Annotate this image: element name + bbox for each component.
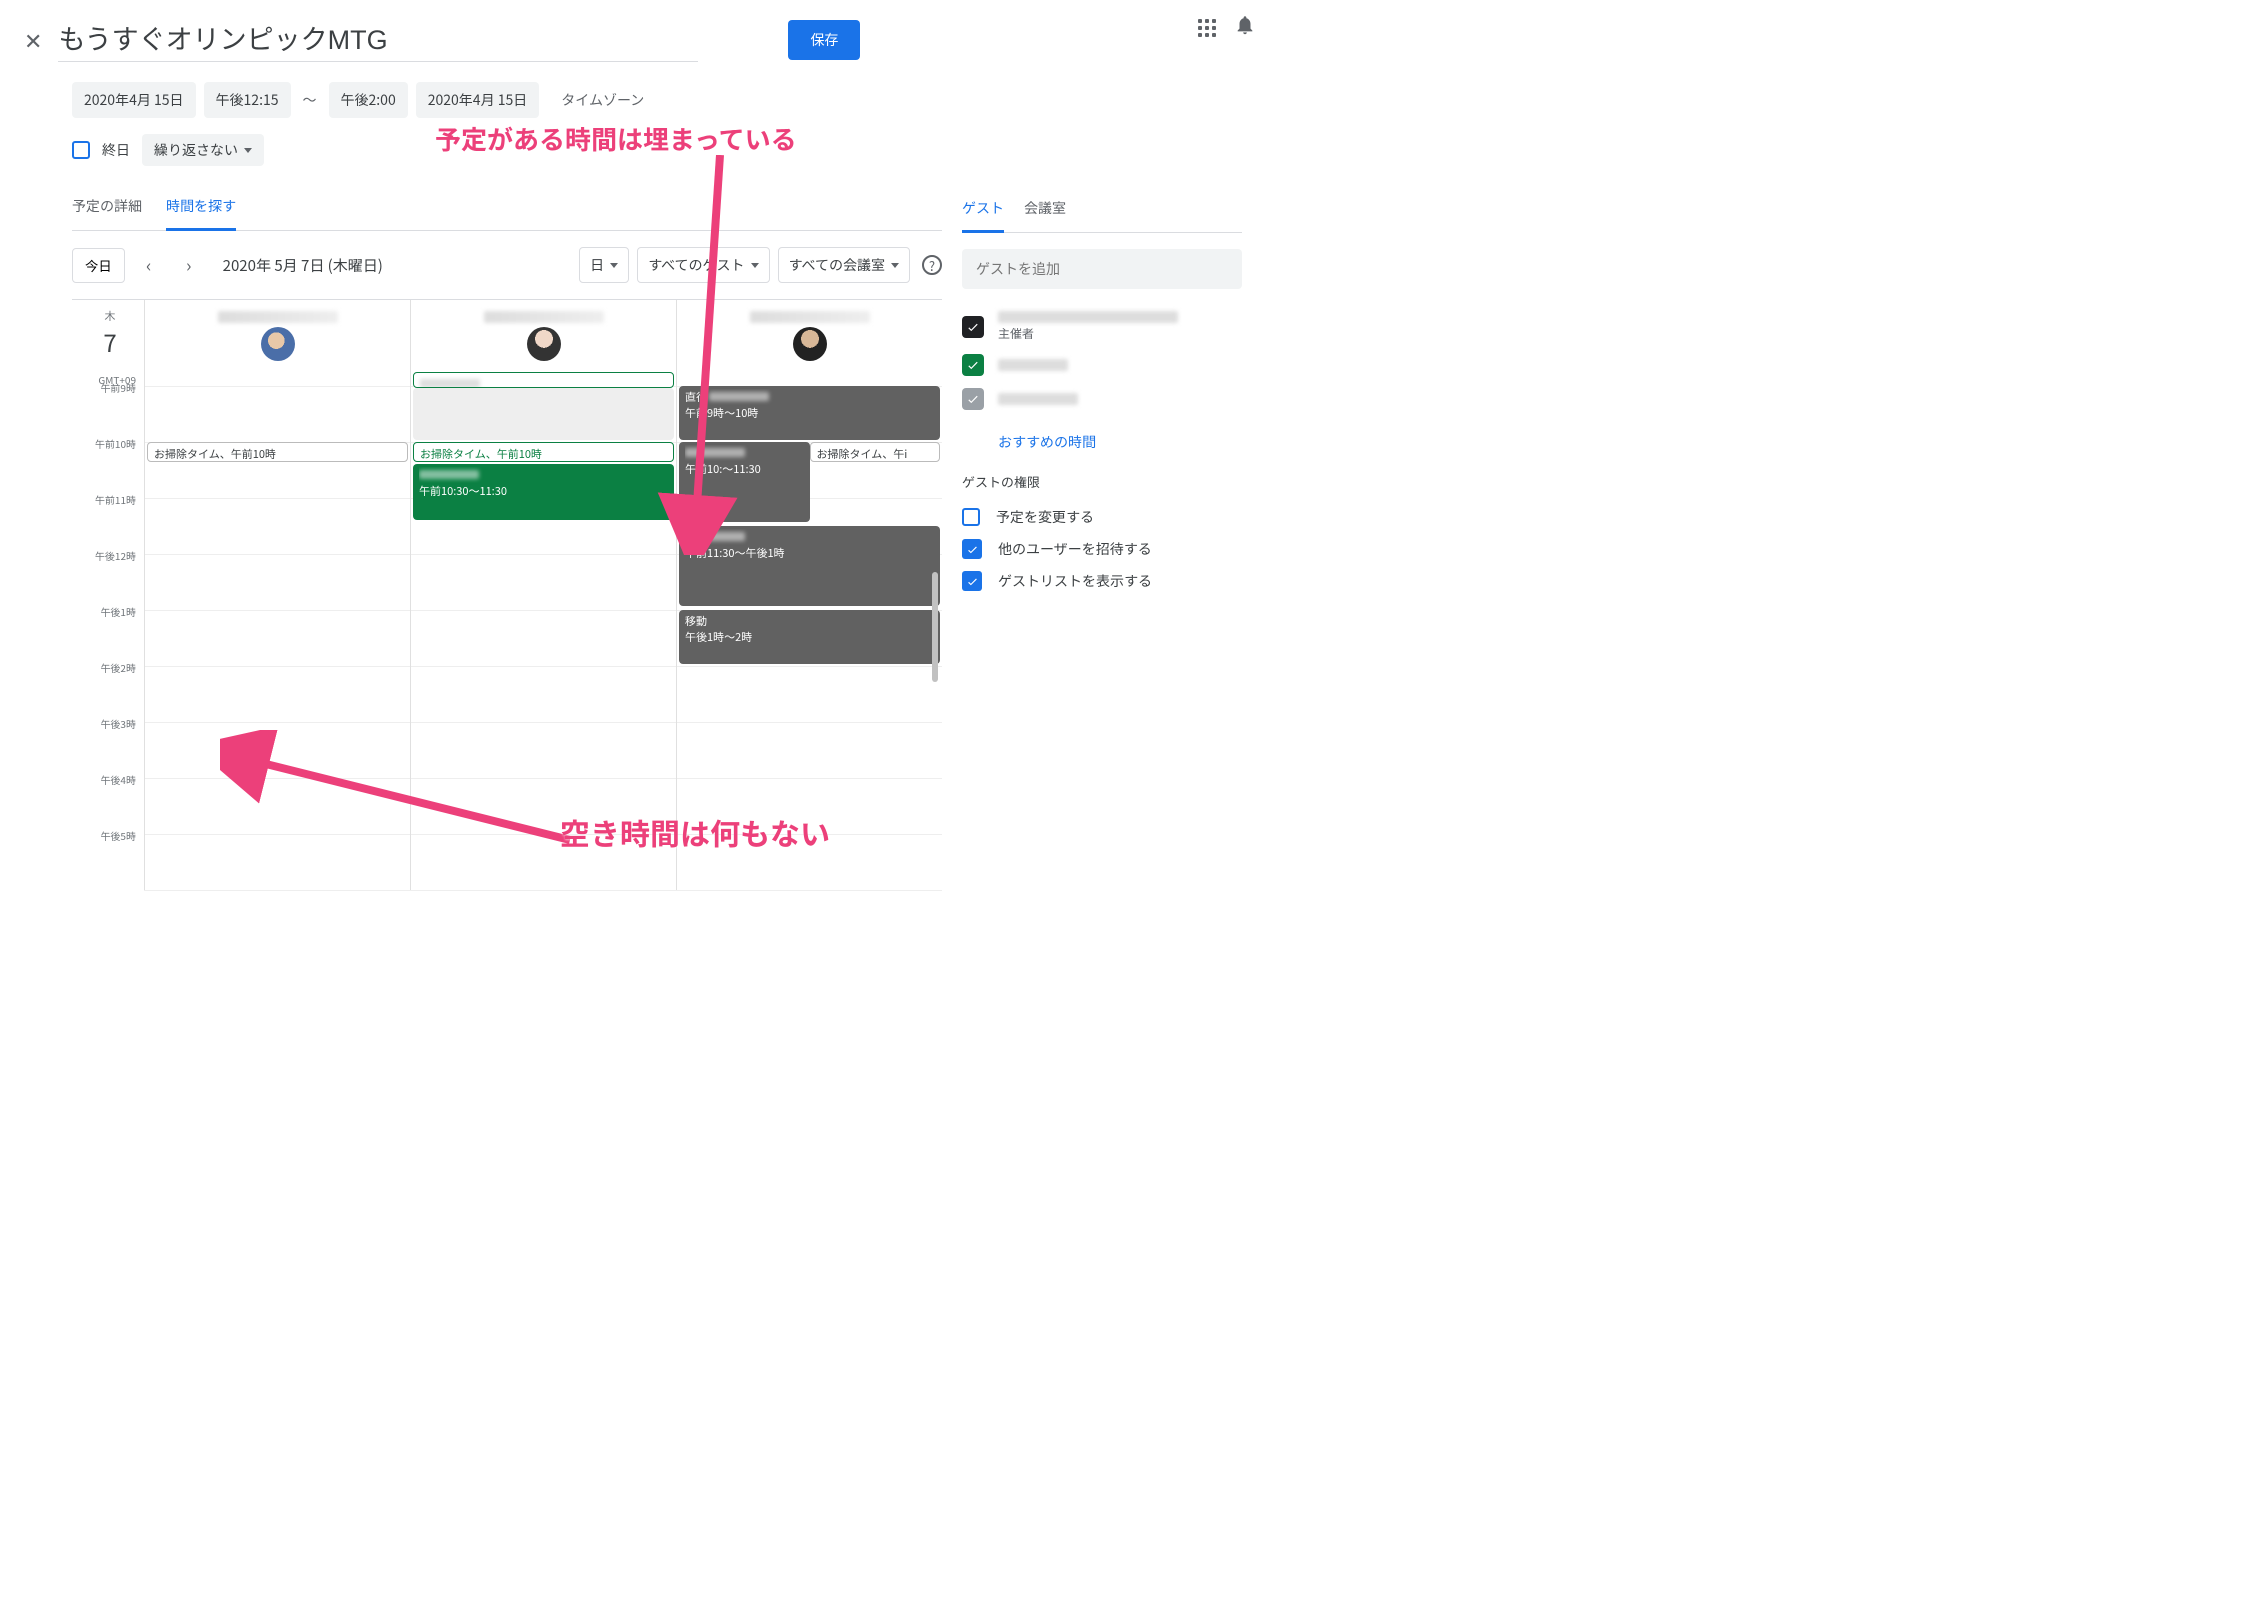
calendar-event[interactable] — [413, 372, 674, 388]
checkbox-checked[interactable] — [962, 571, 982, 591]
guest-checkbox[interactable] — [962, 354, 984, 376]
allday-checkbox[interactable] — [72, 141, 90, 159]
repeat-label: 繰り返さない — [154, 140, 238, 160]
apps-grid-icon[interactable] — [1198, 19, 1216, 37]
avatar — [793, 327, 827, 361]
perm-invite-row[interactable]: 他のユーザーを招待する — [962, 533, 1242, 565]
save-button[interactable]: 保存 — [788, 20, 860, 60]
chevron-down-icon — [244, 148, 252, 153]
calendar-column-3[interactable]: 直行 午前9時〜10時 お掃除タイム、午i 午前10:〜11:30 午 — [676, 372, 942, 890]
checkbox-checked[interactable] — [962, 539, 982, 559]
chevron-down-icon — [751, 263, 759, 268]
guest-checkbox[interactable] — [962, 316, 984, 338]
timezone-link[interactable]: タイムゾーン — [547, 90, 644, 110]
calendar-event[interactable]: 午前10:30〜11:30 — [413, 464, 674, 520]
guest-row[interactable]: 主催者 — [962, 305, 1242, 348]
allday-label: 終日 — [102, 140, 130, 160]
today-button[interactable]: 今日 — [72, 248, 125, 283]
hour-label: 午後5時 — [72, 828, 144, 884]
hour-label: 午後2時 — [72, 660, 144, 716]
start-time-chip[interactable]: 午後12:15 — [204, 82, 291, 118]
calendar-event[interactable] — [413, 388, 674, 440]
tab-guests[interactable]: ゲスト — [962, 188, 1004, 233]
suggested-time-link[interactable]: おすすめの時間 — [962, 416, 1242, 472]
tab-find-time[interactable]: 時間を探す — [166, 186, 236, 231]
help-icon[interactable]: ? — [922, 255, 942, 275]
day-number: 7 — [76, 324, 144, 359]
calendar-event[interactable]: お掃除タイム、午前10時 — [413, 442, 674, 462]
chevron-down-icon — [891, 263, 899, 268]
organizer-label: 主催者 — [998, 325, 1178, 342]
displayed-date: 2020年 5月 7日 (木曜日) — [213, 255, 383, 276]
hour-label: 午後3時 — [72, 716, 144, 772]
guest-permissions-title: ゲストの権限 — [962, 472, 1242, 501]
add-guest-input[interactable] — [962, 249, 1242, 289]
calendar-column-2[interactable]: お掃除タイム、午前10時 午前10:30〜11:30 — [410, 372, 676, 890]
close-icon[interactable]: ✕ — [20, 16, 58, 64]
hour-label: 午前9時 — [72, 380, 144, 436]
calendar-event[interactable]: 午前10:〜11:30 — [679, 442, 810, 522]
guest-row[interactable] — [962, 382, 1242, 416]
person-column-1-header — [144, 300, 410, 372]
calendar-event[interactable]: お掃除タイム、午前10時 — [147, 442, 408, 462]
avatar — [527, 327, 561, 361]
person-column-3-header — [676, 300, 942, 372]
hour-label: 午後4時 — [72, 772, 144, 828]
calendar-event[interactable]: 直行 午前9時〜10時 — [679, 386, 940, 440]
avatar — [261, 327, 295, 361]
event-title-input[interactable] — [58, 18, 698, 62]
perm-seelist-row[interactable]: ゲストリストを表示する — [962, 565, 1242, 597]
next-day-button[interactable]: › — [173, 249, 205, 281]
day-header: 木 7 — [72, 300, 144, 372]
guest-row[interactable] — [962, 348, 1242, 382]
hour-label: 午前11時 — [72, 492, 144, 548]
perm-modify-row[interactable]: 予定を変更する — [962, 501, 1242, 533]
calendar-event[interactable]: 午前11:30〜午後1時 — [679, 526, 940, 606]
prev-day-button[interactable]: ‹ — [133, 249, 165, 281]
range-separator: 〜 — [299, 90, 321, 110]
calendar-event[interactable]: お掃除タイム、午i — [810, 442, 941, 462]
guest-checkbox[interactable] — [962, 388, 984, 410]
checkbox-unchecked[interactable] — [962, 508, 980, 526]
hour-label: 午後12時 — [72, 548, 144, 604]
view-mode-dropdown[interactable]: 日 — [579, 247, 629, 283]
tab-rooms[interactable]: 会議室 — [1024, 188, 1066, 232]
end-time-chip[interactable]: 午後2:00 — [329, 82, 408, 118]
bell-icon[interactable] — [1234, 14, 1256, 41]
start-date-chip[interactable]: 2020年4月 15日 — [72, 82, 196, 118]
tab-event-details[interactable]: 予定の詳細 — [72, 186, 142, 230]
guest-filter-dropdown[interactable]: すべてのゲスト — [637, 247, 769, 283]
person-column-2-header — [410, 300, 676, 372]
scrollbar[interactable] — [932, 572, 940, 682]
repeat-dropdown[interactable]: 繰り返さない — [142, 134, 264, 166]
weekday-label: 木 — [76, 308, 144, 324]
end-date-chip[interactable]: 2020年4月 15日 — [416, 82, 540, 118]
hour-label: 午後1時 — [72, 604, 144, 660]
calendar-column-1[interactable]: お掃除タイム、午前10時 — [144, 372, 410, 890]
hour-label: 午前10時 — [72, 436, 144, 492]
calendar-event[interactable]: 移動 午後1時〜2時 — [679, 610, 940, 664]
chevron-down-icon — [610, 263, 618, 268]
room-filter-dropdown[interactable]: すべての会議室 — [778, 247, 910, 283]
